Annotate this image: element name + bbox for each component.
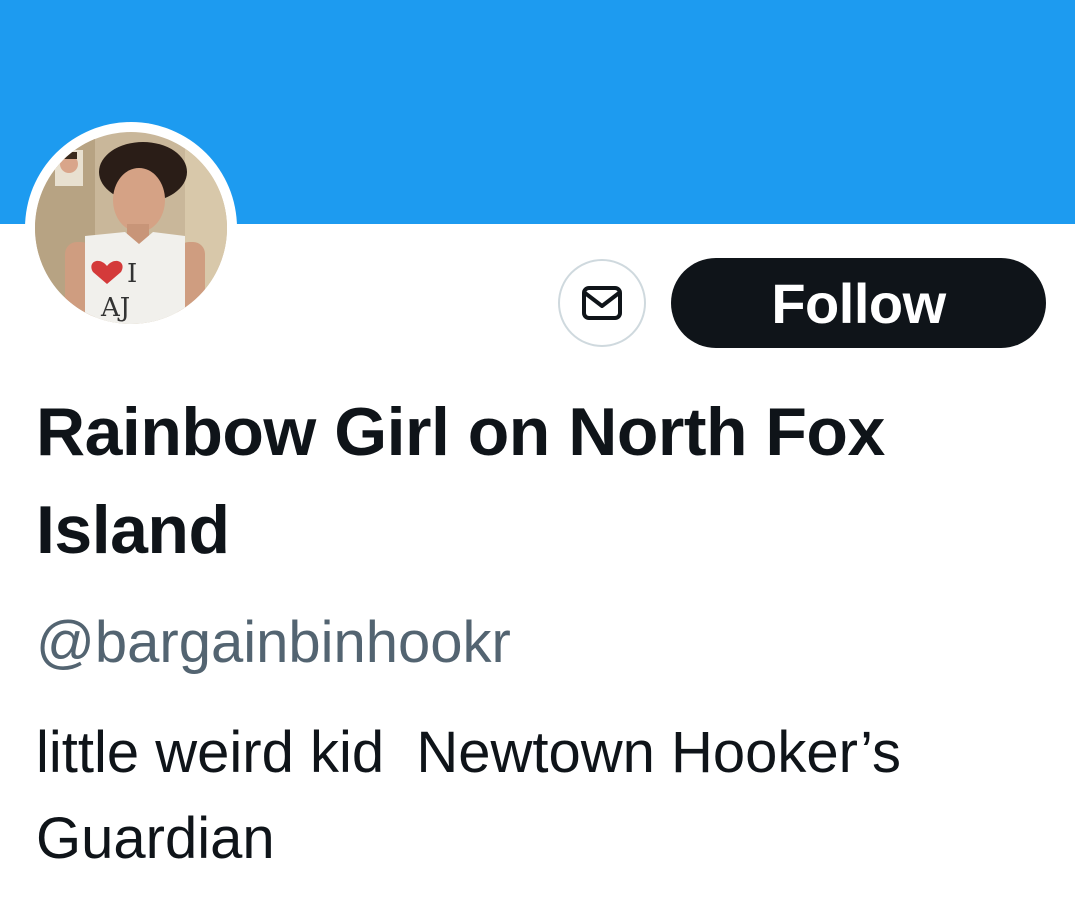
profile-bio: little weird kid Newtown Hooker’s Guardi… bbox=[36, 720, 918, 871]
svg-text:AJ: AJ bbox=[100, 293, 130, 323]
follow-button[interactable]: Follow bbox=[671, 258, 1046, 348]
display-name: Rainbow Girl on North Fox Island bbox=[36, 394, 885, 568]
avatar-photo: I AJ bbox=[35, 132, 227, 324]
profile-header: I AJ Follow Rainbow Girl on North Fox Is… bbox=[0, 0, 1075, 914]
user-handle: @bargainbinhookr bbox=[36, 610, 511, 675]
message-button[interactable] bbox=[558, 259, 646, 347]
avatar[interactable]: I AJ bbox=[25, 122, 237, 334]
svg-text:I: I bbox=[127, 259, 137, 289]
envelope-icon bbox=[582, 286, 622, 320]
